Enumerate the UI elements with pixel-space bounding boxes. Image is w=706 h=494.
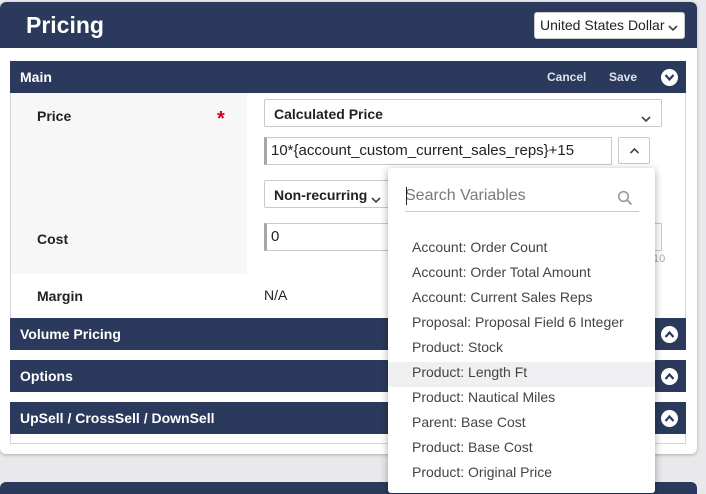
cost-label-cell: Cost bbox=[11, 218, 247, 274]
price-formula-input[interactable]: 10*{account_custom_current_sales_reps}+1… bbox=[264, 137, 612, 165]
price-label-cell: Price * bbox=[11, 93, 247, 218]
variable-option[interactable]: Product: Stock bbox=[388, 337, 655, 362]
variable-option[interactable]: Proposal: Proposal Field 6 Integer bbox=[388, 312, 655, 337]
variable-search bbox=[405, 182, 639, 212]
expand-upsell-icon[interactable] bbox=[661, 410, 678, 427]
chevron-down-icon bbox=[668, 19, 678, 35]
page-title: Pricing bbox=[26, 12, 104, 38]
variable-list: Account: Order Count Account: Order Tota… bbox=[388, 237, 655, 487]
collapse-main-icon[interactable] bbox=[661, 69, 678, 86]
currency-select[interactable]: United States Dollar bbox=[534, 12, 685, 39]
variable-option[interactable]: Product: Length Ft bbox=[388, 362, 655, 387]
price-formula-value: 10*{account_custom_current_sales_reps}+1… bbox=[271, 142, 575, 159]
margin-value: N/A bbox=[264, 287, 288, 303]
required-indicator: * bbox=[217, 108, 225, 130]
margin-label: Margin bbox=[37, 288, 83, 304]
pricing-header: Pricing United States Dollar bbox=[0, 2, 697, 48]
variable-option[interactable]: Account: Current Sales Reps bbox=[388, 287, 655, 312]
price-label: Price bbox=[37, 108, 72, 124]
recurrence-value: Non-recurring bbox=[274, 187, 368, 203]
margin-label-cell: Margin bbox=[11, 274, 247, 318]
expand-volume-pricing-icon[interactable] bbox=[661, 326, 678, 343]
variable-option[interactable]: Product: Nautical Miles bbox=[388, 387, 655, 412]
expand-options-icon[interactable] bbox=[661, 368, 678, 385]
price-type-value: Calculated Price bbox=[274, 106, 383, 122]
section-main-header[interactable]: Main Cancel Save bbox=[10, 61, 686, 93]
search-icon[interactable] bbox=[617, 190, 633, 211]
section-main-label: Main bbox=[20, 69, 52, 85]
text-cursor bbox=[406, 187, 407, 205]
formula-toggle-button[interactable] bbox=[618, 137, 650, 164]
variable-option[interactable]: Product: Base Cost bbox=[388, 437, 655, 462]
chevron-down-icon bbox=[371, 191, 381, 207]
variables-dropdown: Account: Order Count Account: Order Tota… bbox=[388, 168, 655, 493]
section-options-label: Options bbox=[20, 368, 73, 384]
save-button[interactable]: Save bbox=[609, 70, 637, 84]
section-volume-pricing-label: Volume Pricing bbox=[20, 326, 121, 342]
price-type-select[interactable]: Calculated Price bbox=[264, 99, 662, 127]
variable-option[interactable]: Account: Order Total Amount bbox=[388, 262, 655, 287]
section-upsell-label: UpSell / CrossSell / DownSell bbox=[20, 410, 215, 426]
cost-value: 0 bbox=[271, 228, 280, 245]
cancel-button[interactable]: Cancel bbox=[547, 70, 586, 84]
variable-option[interactable]: Parent: Base Cost bbox=[388, 412, 655, 437]
cost-label: Cost bbox=[37, 231, 69, 247]
currency-value: United States Dollar bbox=[540, 17, 665, 33]
chevron-down-icon bbox=[641, 110, 651, 126]
variable-search-input[interactable] bbox=[405, 182, 611, 210]
chevron-up-icon bbox=[629, 147, 640, 154]
variable-option[interactable]: Account: Order Count bbox=[388, 237, 655, 262]
recurrence-select[interactable]: Non-recurring bbox=[264, 180, 390, 208]
variable-option[interactable]: Product: Original Price bbox=[388, 462, 655, 487]
